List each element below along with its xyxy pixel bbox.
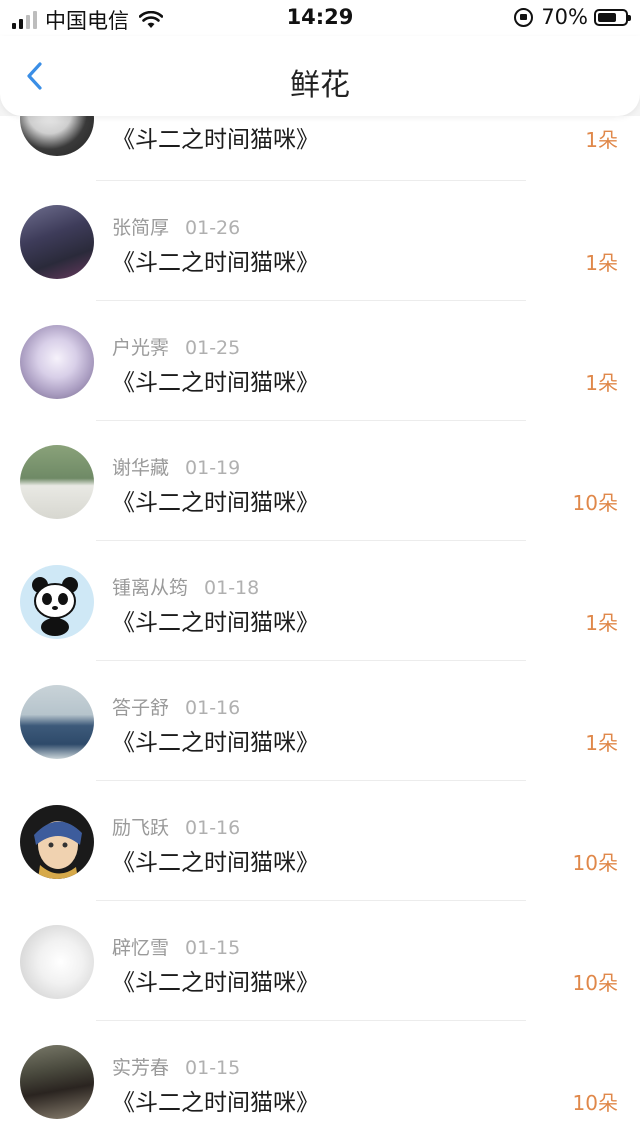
list-item[interactable]: 励飞跃 01-16 《斗二之时间猫咪》 10朵: [0, 781, 640, 900]
sender-name: 实芳春: [112, 1057, 170, 1079]
send-date: 01-19: [185, 457, 241, 479]
sender-line: 谢华藏 01-19: [112, 453, 240, 480]
flower-count: 1朵: [585, 611, 618, 635]
battery-icon: [594, 8, 631, 26]
avatar: [20, 925, 94, 999]
send-date: 01-26: [185, 217, 241, 239]
send-date: 01-16: [185, 817, 241, 839]
sender-name: 励飞跃: [112, 817, 170, 839]
sender-name: 谢华藏: [112, 457, 170, 479]
send-date: 01-18: [204, 577, 260, 599]
sender-line: 张简厚 01-26: [112, 213, 240, 240]
status-bar: 中国电信 14:29 70%: [0, 0, 640, 36]
battery-percent: 70%: [541, 5, 588, 29]
flower-count: 10朵: [572, 851, 618, 875]
portrait-icon: [34, 821, 82, 879]
rotation-lock-icon: [514, 7, 534, 27]
flower-count: 1朵: [585, 128, 618, 152]
list-item[interactable]: 《斗二之时间猫咪》 1朵: [0, 116, 640, 177]
avatar: [20, 325, 94, 399]
sender-name: 辟忆雪: [112, 937, 170, 959]
avatar: [20, 685, 94, 759]
list-item[interactable]: 答子舒 01-16 《斗二之时间猫咪》 1朵: [0, 661, 640, 780]
sender-line: 励飞跃 01-16: [112, 813, 240, 840]
avatar: [20, 205, 94, 279]
avatar: [20, 1045, 94, 1119]
book-title: 《斗二之时间猫咪》: [112, 250, 319, 276]
book-title: 《斗二之时间猫咪》: [112, 1090, 319, 1116]
send-date: 01-15: [185, 937, 241, 959]
flower-count: 10朵: [572, 491, 618, 515]
sender-line: 实芳春 01-15: [112, 1053, 240, 1080]
send-date: 01-15: [185, 1057, 241, 1079]
list-item[interactable]: 谢华藏 01-19 《斗二之时间猫咪》 10朵: [0, 421, 640, 540]
page-title: 鲜花: [290, 68, 350, 103]
book-title: 《斗二之时间猫咪》: [112, 127, 319, 153]
flower-count: 1朵: [585, 731, 618, 755]
avatar: [20, 805, 94, 879]
list-item[interactable]: 锺离从筠 01-18 《斗二之时间猫咪》 1朵: [0, 541, 640, 660]
book-title: 《斗二之时间猫咪》: [112, 850, 319, 876]
list-item[interactable]: 户光霁 01-25 《斗二之时间猫咪》 1朵: [0, 301, 640, 420]
flower-count: 1朵: [585, 371, 618, 395]
nav-bar: 鲜花: [0, 36, 640, 116]
sender-name: 答子舒: [112, 697, 170, 719]
sender-line: 答子舒 01-16: [112, 693, 240, 720]
sender-line: 锺离从筠 01-18: [112, 573, 259, 600]
panda-icon: [32, 577, 78, 636]
book-title: 《斗二之时间猫咪》: [112, 490, 319, 516]
avatar: [20, 116, 94, 156]
list-item[interactable]: 张简厚 01-26 《斗二之时间猫咪》 1朵: [0, 181, 640, 300]
avatar: [20, 565, 94, 639]
list-item[interactable]: 辟忆雪 01-15 《斗二之时间猫咪》 10朵: [0, 901, 640, 1020]
send-date: 01-25: [185, 337, 241, 359]
sender-name: 锺离从筠: [112, 577, 189, 599]
sender-line: 户光霁 01-25: [112, 333, 240, 360]
flower-count: 10朵: [572, 971, 618, 995]
battery-fill: [598, 12, 616, 22]
sender-name: 户光霁: [112, 337, 170, 359]
book-title: 《斗二之时间猫咪》: [112, 370, 319, 396]
flower-count: 10朵: [572, 1091, 618, 1115]
status-right-group: 70%: [514, 5, 631, 29]
flower-count: 1朵: [585, 251, 618, 275]
book-title: 《斗二之时间猫咪》: [112, 970, 319, 996]
sender-line: 辟忆雪 01-15: [112, 933, 240, 960]
book-title: 《斗二之时间猫咪》: [112, 610, 319, 636]
avatar: [20, 445, 94, 519]
flower-list: 《斗二之时间猫咪》 1朵 张简厚 01-26 《斗二之时间猫咪》 1朵 户光霁 01…: [0, 116, 640, 1138]
sender-name: 张简厚: [112, 217, 170, 239]
book-title: 《斗二之时间猫咪》: [112, 730, 319, 756]
list-item[interactable]: 实芳春 01-15 《斗二之时间猫咪》 10朵: [0, 1021, 640, 1138]
send-date: 01-16: [185, 697, 241, 719]
